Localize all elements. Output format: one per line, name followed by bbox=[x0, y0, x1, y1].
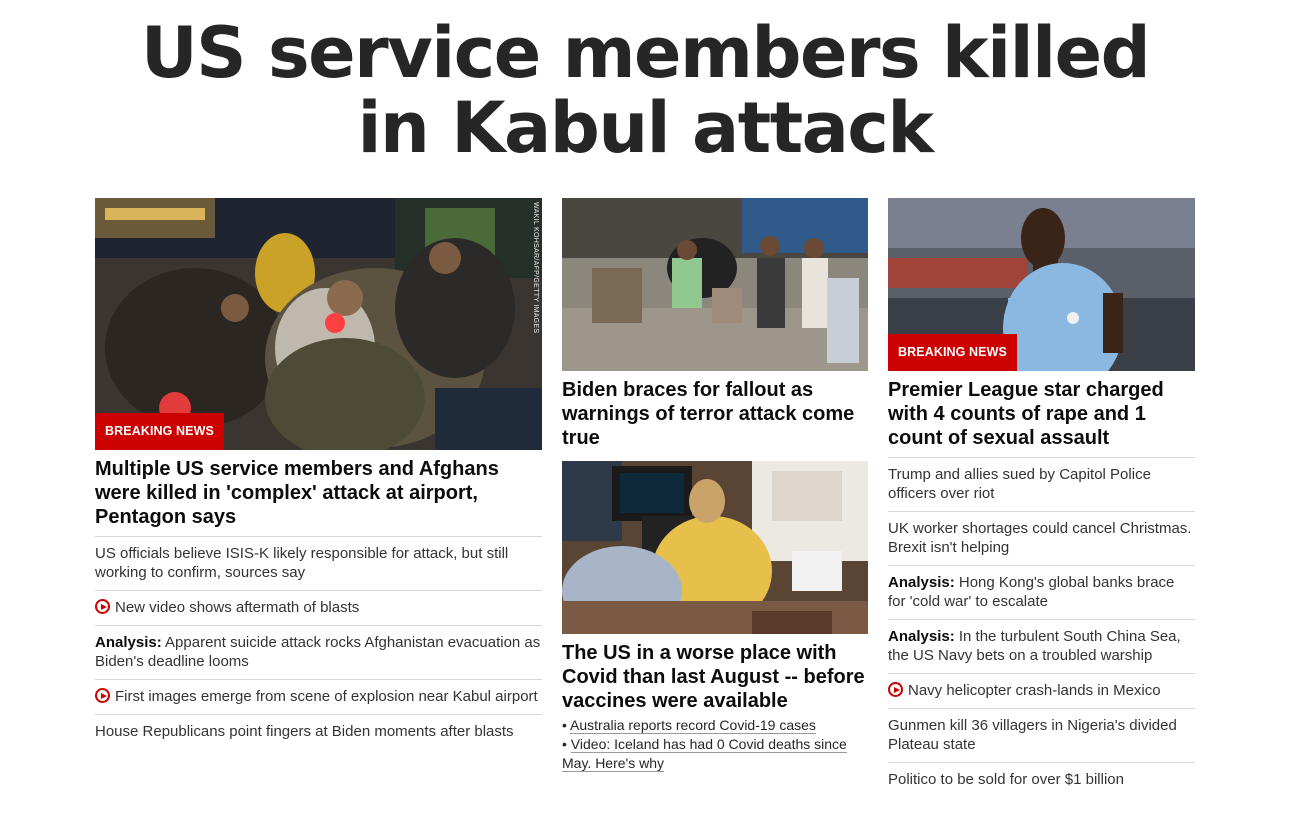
headline-link[interactable]: Trump and allies sued by Capitol Police … bbox=[888, 458, 1195, 512]
lead-story-title[interactable]: Multiple US service members and Afghans … bbox=[95, 457, 542, 537]
play-video-icon bbox=[95, 688, 110, 703]
related-link[interactable]: US officials believe ISIS-K likely respo… bbox=[95, 537, 542, 591]
related-video-link[interactable]: New video shows aftermath of blasts bbox=[95, 591, 542, 626]
lead-story-column: WAKIL KOHSAR/AFP/GETTY IMAGES BREAKING N… bbox=[95, 198, 542, 749]
analysis-label: Analysis: bbox=[95, 634, 162, 651]
biden-story-image[interactable] bbox=[562, 198, 868, 371]
covid-related-link-text[interactable]: Video: Iceland has had 0 Covid deaths si… bbox=[562, 736, 847, 772]
premier-league-image[interactable]: BREAKING NEWS bbox=[888, 198, 1195, 371]
headline-link[interactable]: Politico to be sold for over $1 billion bbox=[888, 763, 1195, 797]
main-headline[interactable]: US service members killed in Kabul attac… bbox=[95, 16, 1195, 166]
related-link-text: House Republicans point fingers at Biden… bbox=[95, 723, 514, 740]
middle-column: Biden braces for fallout as warnings of … bbox=[562, 198, 868, 773]
bullet: • bbox=[562, 717, 567, 733]
covid-story-title[interactable]: The US in a worse place with Covid than … bbox=[562, 641, 868, 716]
video-link[interactable]: Navy helicopter crash-lands in Mexico bbox=[888, 674, 1195, 709]
right-column: BREAKING NEWS Premier League star charge… bbox=[888, 198, 1195, 797]
related-link-text: US officials believe ISIS-K likely respo… bbox=[95, 545, 509, 581]
related-analysis-link[interactable]: Analysis: Apparent suicide attack rocks … bbox=[95, 626, 542, 680]
bullet: • bbox=[562, 736, 567, 752]
street-photo bbox=[562, 198, 868, 371]
related-link-text: Apparent suicide attack rocks Afghanista… bbox=[95, 634, 541, 670]
headline-link-text: Politico to be sold for over $1 billion bbox=[888, 771, 1124, 788]
related-link-text: New video shows aftermath of blasts bbox=[115, 599, 360, 616]
play-video-icon bbox=[888, 682, 903, 697]
headline-link-text: Trump and allies sued by Capitol Police … bbox=[888, 466, 1151, 502]
analysis-label: Analysis: bbox=[888, 628, 955, 645]
headline-link-text: Gunmen kill 36 villagers in Nigeria's di… bbox=[888, 717, 1177, 753]
covid-story-image[interactable] bbox=[562, 461, 868, 634]
related-link-text: First images emerge from scene of explos… bbox=[115, 688, 538, 705]
headline-link[interactable]: Gunmen kill 36 villagers in Nigeria's di… bbox=[888, 709, 1195, 763]
headline-link[interactable]: UK worker shortages could cancel Christm… bbox=[888, 512, 1195, 566]
covid-related-link-text[interactable]: Australia reports record Covid-19 cases bbox=[570, 717, 816, 734]
biden-story-title[interactable]: Biden braces for fallout as warnings of … bbox=[562, 378, 868, 457]
image-credit: WAKIL KOHSAR/AFP/GETTY IMAGES bbox=[532, 202, 539, 334]
premier-league-title[interactable]: Premier League star charged with 4 count… bbox=[888, 378, 1195, 458]
related-link[interactable]: House Republicans point fingers at Biden… bbox=[95, 715, 542, 749]
headline-link-text: Navy helicopter crash-lands in Mexico bbox=[908, 682, 1161, 699]
lead-story-image[interactable]: WAKIL KOHSAR/AFP/GETTY IMAGES BREAKING N… bbox=[95, 198, 542, 450]
headline-link-text: UK worker shortages could cancel Christm… bbox=[888, 520, 1192, 556]
related-video-link[interactable]: First images emerge from scene of explos… bbox=[95, 680, 542, 715]
covid-related-link[interactable]: • Video: Iceland has had 0 Covid deaths … bbox=[562, 735, 868, 773]
analysis-link[interactable]: Analysis: In the turbulent South China S… bbox=[888, 620, 1195, 674]
covid-related-link[interactable]: • Australia reports record Covid-19 case… bbox=[562, 716, 868, 735]
play-video-icon bbox=[95, 599, 110, 614]
breaking-news-badge: BREAKING NEWS bbox=[95, 413, 224, 450]
hospital-photo bbox=[562, 461, 868, 634]
analysis-label: Analysis: bbox=[888, 574, 955, 591]
analysis-link[interactable]: Analysis: Hong Kong's global banks brace… bbox=[888, 566, 1195, 620]
breaking-news-badge: BREAKING NEWS bbox=[888, 334, 1017, 371]
main-headline-link[interactable]: US service members killed in Kabul attac… bbox=[141, 12, 1151, 169]
